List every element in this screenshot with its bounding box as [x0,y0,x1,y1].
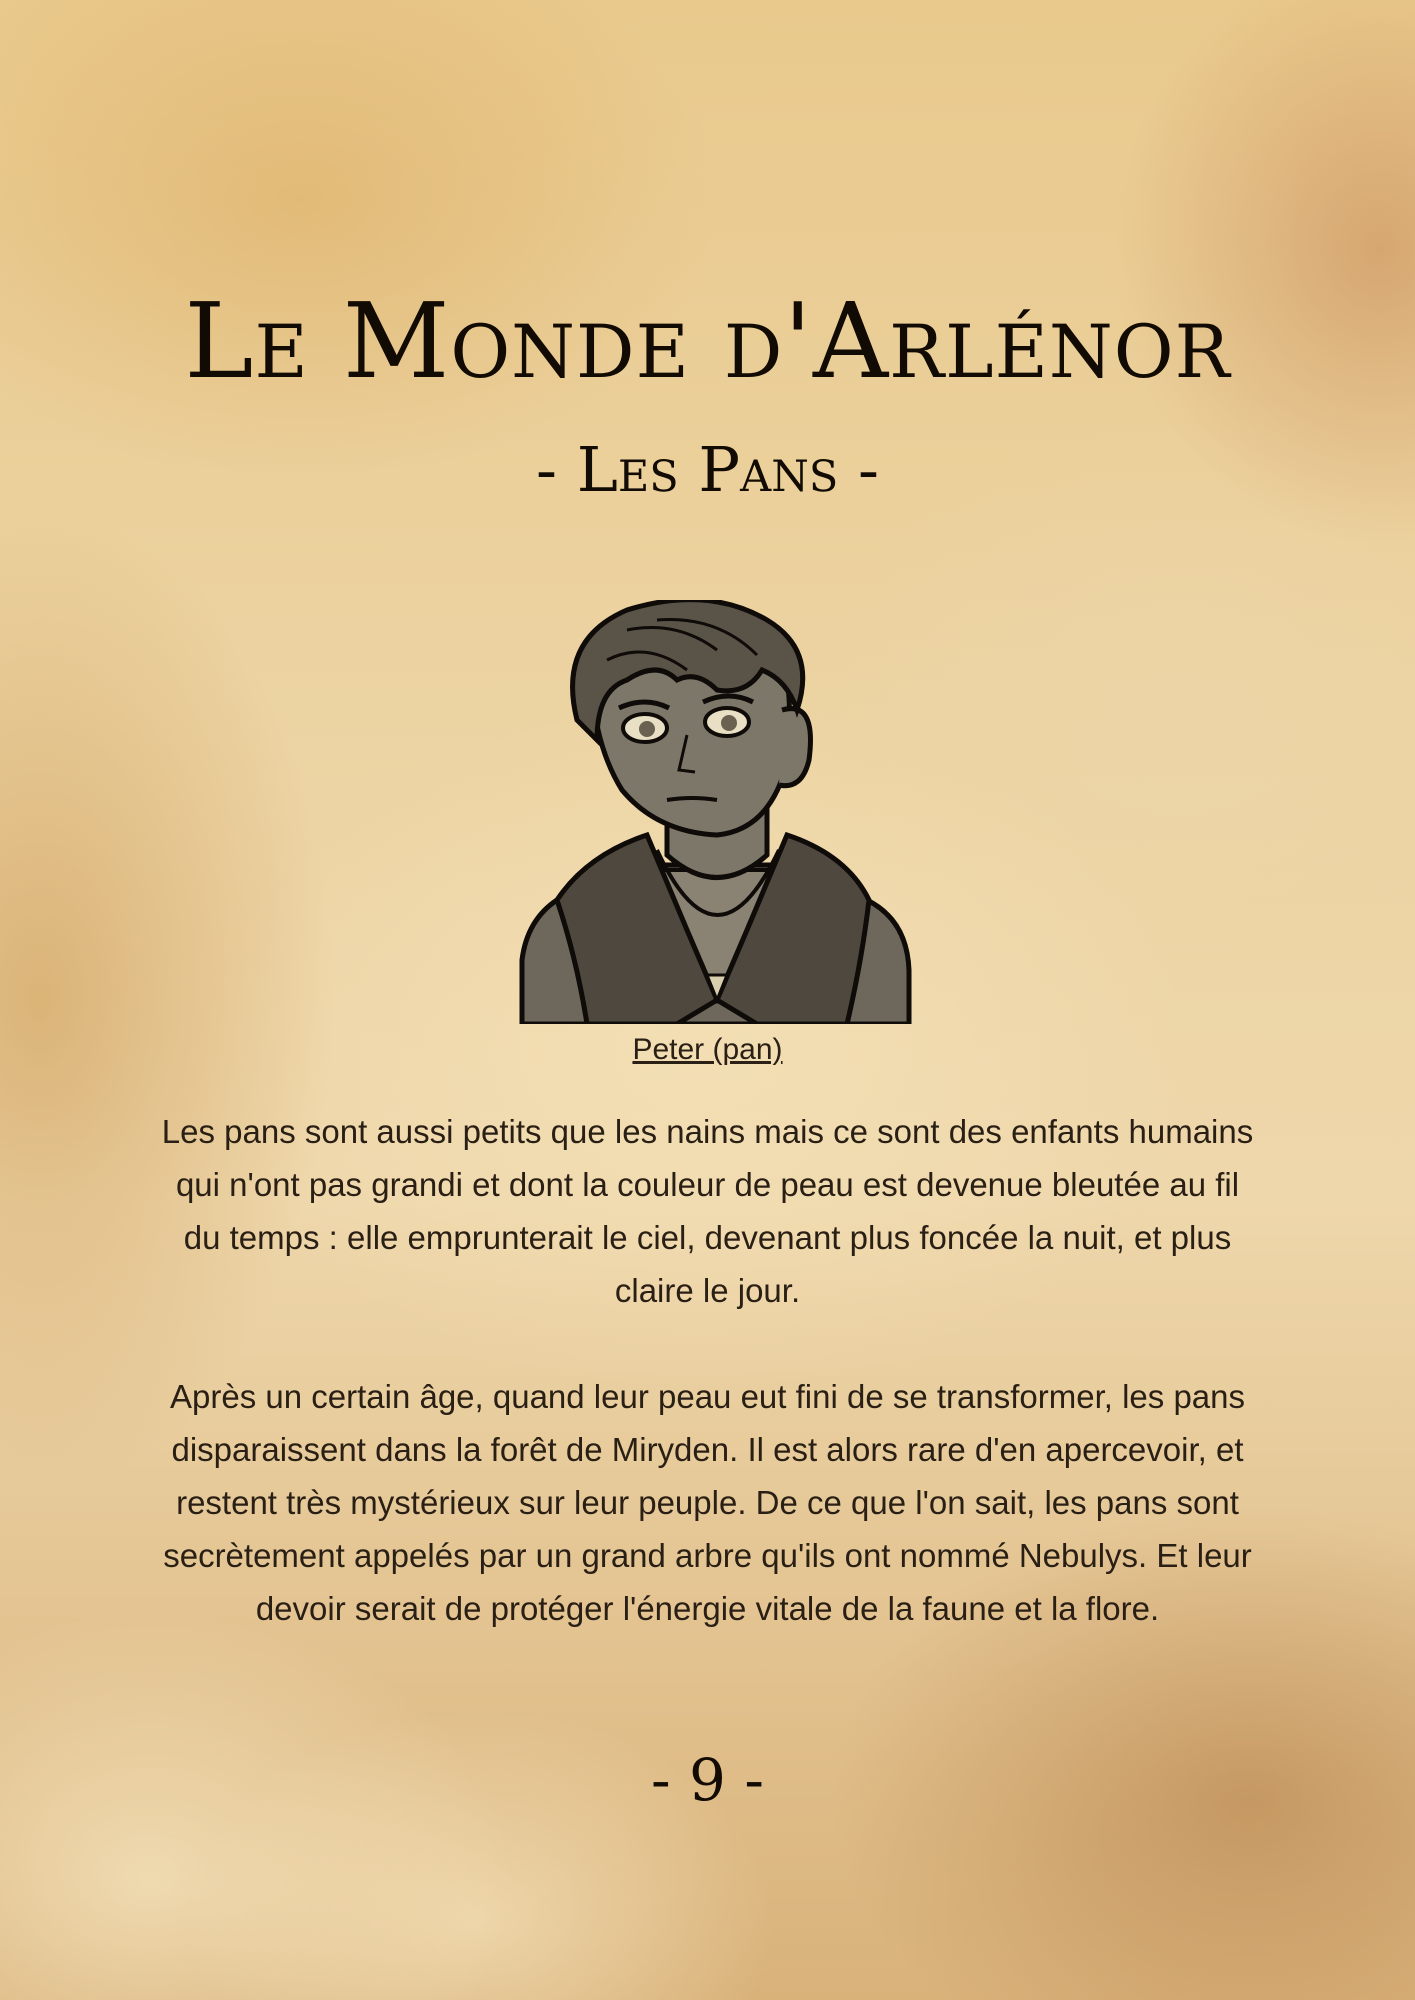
paragraph-history: Après un certain âge, quand leur peau eu… [163,1378,1252,1627]
book-page: Le Monde d'Arlénor - Les Pans - Peter (p… [0,0,1415,2000]
pan-portrait-illustration [519,600,912,1024]
paragraph-description: Les pans sont aussi petits que les nains… [161,1113,1254,1309]
page-subtitle: - Les Pans - [536,433,879,506]
illustration-caption: Peter (pan) [632,1033,783,1066]
page-number: - 9 - [651,1746,764,1814]
page-title: Le Monde d'Arlénor [184,280,1231,402]
